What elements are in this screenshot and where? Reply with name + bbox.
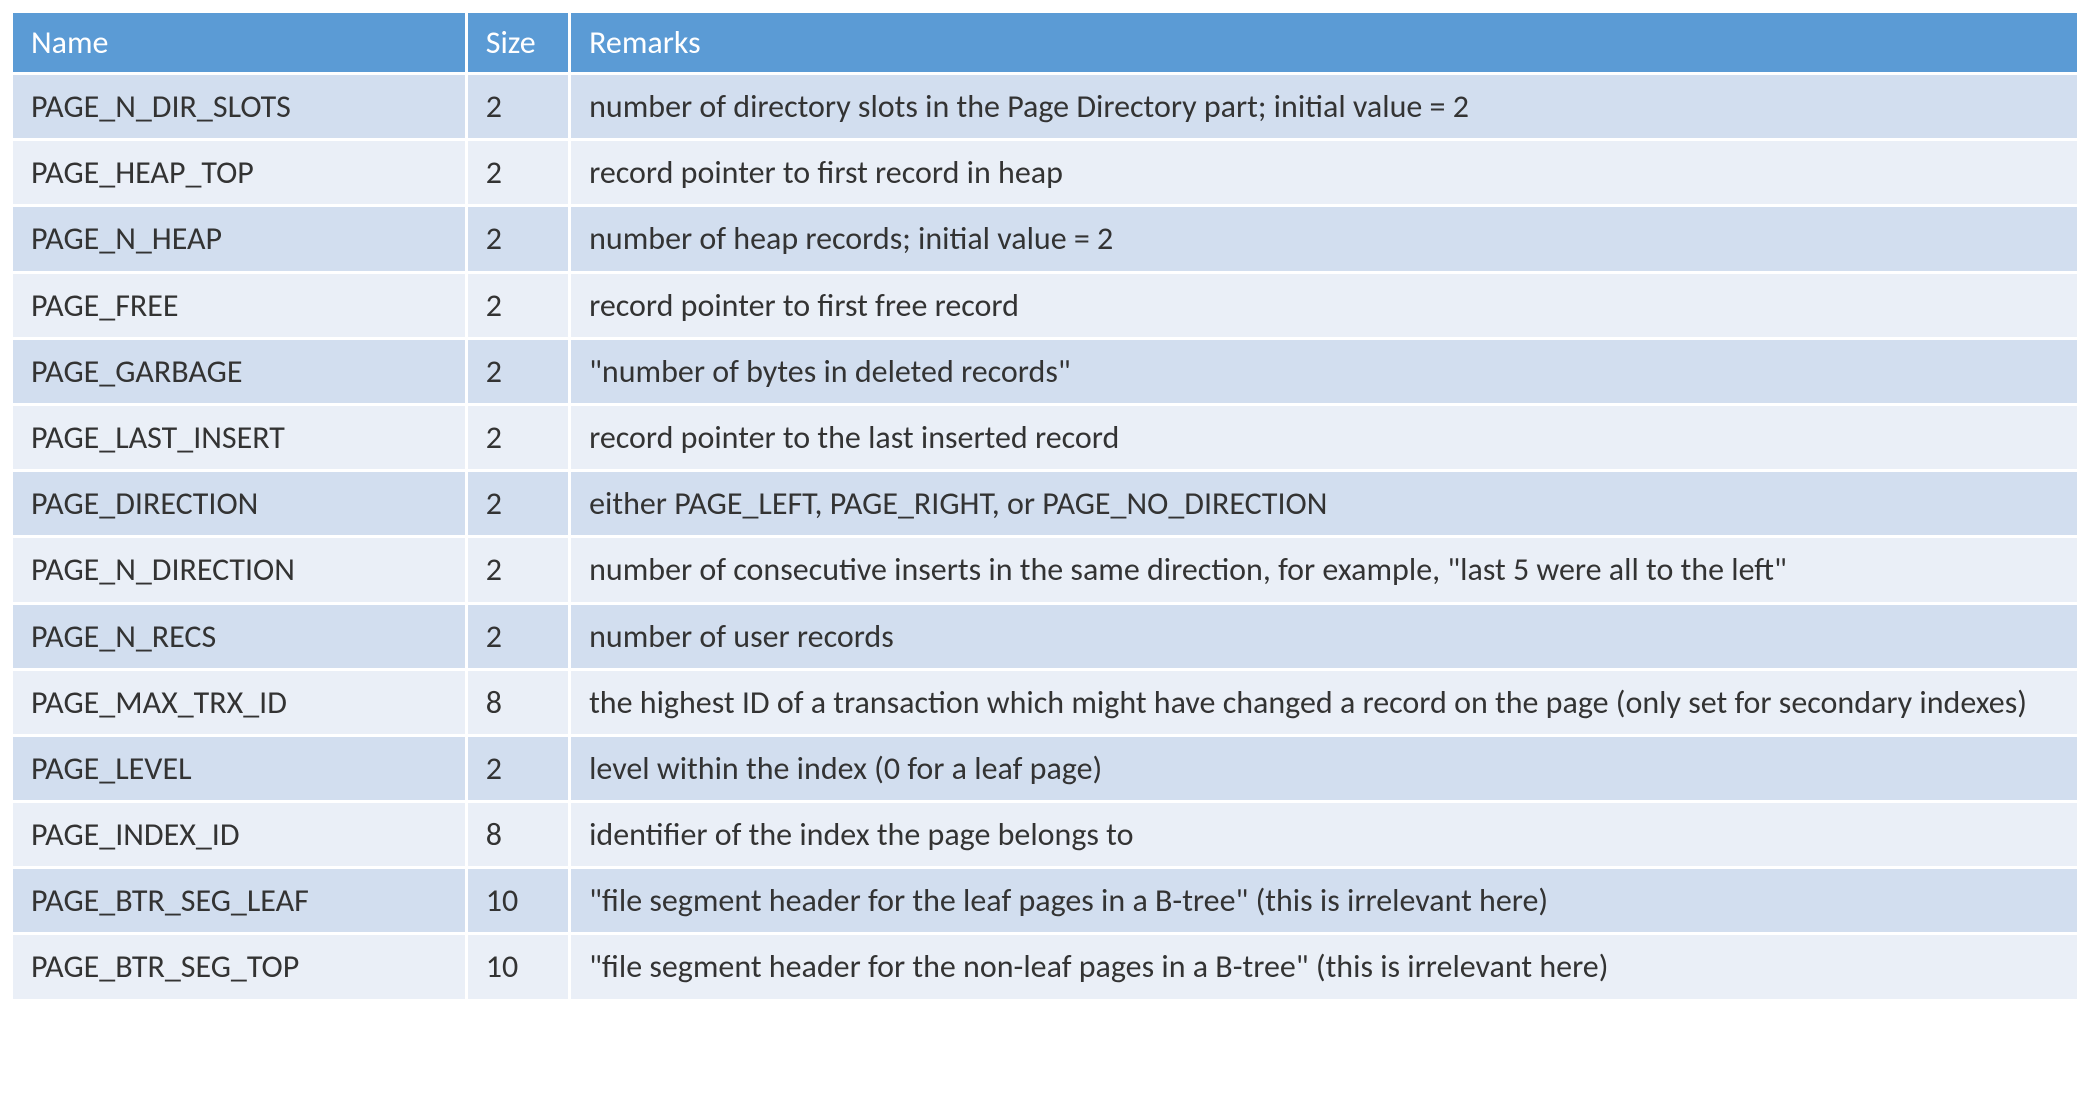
table-row: PAGE_BTR_SEG_TOP10"file segment header f… [12,934,2079,1000]
cell-remarks: identifier of the index the page belongs… [570,802,2079,868]
cell-remarks: the highest ID of a transaction which mi… [570,669,2079,735]
cell-name: PAGE_N_DIRECTION [12,537,467,603]
cell-name: PAGE_LAST_INSERT [12,404,467,470]
cell-remarks: "file segment header for the leaf pages … [570,868,2079,934]
cell-name: PAGE_FREE [12,272,467,338]
cell-remarks: record pointer to first free record [570,272,2079,338]
cell-size: 10 [466,934,569,1000]
cell-size: 2 [466,272,569,338]
table-row: PAGE_BTR_SEG_LEAF10"file segment header … [12,868,2079,934]
cell-size: 2 [466,140,569,206]
cell-size: 2 [466,537,569,603]
cell-size: 2 [466,74,569,140]
cell-name: PAGE_N_RECS [12,603,467,669]
table-row: PAGE_LEVEL2level within the index (0 for… [12,735,2079,801]
cell-name: PAGE_LEVEL [12,735,467,801]
cell-name: PAGE_DIRECTION [12,471,467,537]
cell-size: 10 [466,868,569,934]
table-row: PAGE_DIRECTION2either PAGE_LEFT, PAGE_RI… [12,471,2079,537]
table-row: PAGE_N_RECS2number of user records [12,603,2079,669]
cell-remarks: record pointer to the last inserted reco… [570,404,2079,470]
header-name: Name [12,12,467,74]
cell-remarks: number of consecutive inserts in the sam… [570,537,2079,603]
cell-name: PAGE_BTR_SEG_LEAF [12,868,467,934]
cell-size: 2 [466,404,569,470]
table-row: PAGE_N_DIRECTION2number of consecutive i… [12,537,2079,603]
cell-name: PAGE_N_HEAP [12,206,467,272]
table-row: PAGE_FREE2record pointer to first free r… [12,272,2079,338]
table-row: PAGE_MAX_TRX_ID8the highest ID of a tran… [12,669,2079,735]
cell-remarks: "file segment header for the non-leaf pa… [570,934,2079,1000]
cell-remarks: record pointer to first record in heap [570,140,2079,206]
page-header-table: Name Size Remarks PAGE_N_DIR_SLOTS2numbe… [10,10,2080,1002]
cell-remarks: either PAGE_LEFT, PAGE_RIGHT, or PAGE_NO… [570,471,2079,537]
table-row: PAGE_LAST_INSERT2record pointer to the l… [12,404,2079,470]
cell-remarks: number of user records [570,603,2079,669]
cell-remarks: level within the index (0 for a leaf pag… [570,735,2079,801]
cell-remarks: number of heap records; initial value = … [570,206,2079,272]
cell-name: PAGE_MAX_TRX_ID [12,669,467,735]
table-row: PAGE_INDEX_ID8identifier of the index th… [12,802,2079,868]
table-header-row: Name Size Remarks [12,12,2079,74]
cell-name: PAGE_BTR_SEG_TOP [12,934,467,1000]
cell-name: PAGE_GARBAGE [12,338,467,404]
cell-name: PAGE_N_DIR_SLOTS [12,74,467,140]
cell-size: 2 [466,206,569,272]
cell-size: 2 [466,471,569,537]
header-size: Size [466,12,569,74]
cell-size: 2 [466,338,569,404]
header-remarks: Remarks [570,12,2079,74]
cell-size: 2 [466,735,569,801]
cell-remarks: number of directory slots in the Page Di… [570,74,2079,140]
table-row: PAGE_GARBAGE2"number of bytes in deleted… [12,338,2079,404]
cell-size: 2 [466,603,569,669]
cell-size: 8 [466,669,569,735]
cell-name: PAGE_INDEX_ID [12,802,467,868]
table-row: PAGE_N_DIR_SLOTS2number of directory slo… [12,74,2079,140]
cell-size: 8 [466,802,569,868]
table-row: PAGE_HEAP_TOP2record pointer to first re… [12,140,2079,206]
cell-remarks: "number of bytes in deleted records" [570,338,2079,404]
table-row: PAGE_N_HEAP2number of heap records; init… [12,206,2079,272]
cell-name: PAGE_HEAP_TOP [12,140,467,206]
